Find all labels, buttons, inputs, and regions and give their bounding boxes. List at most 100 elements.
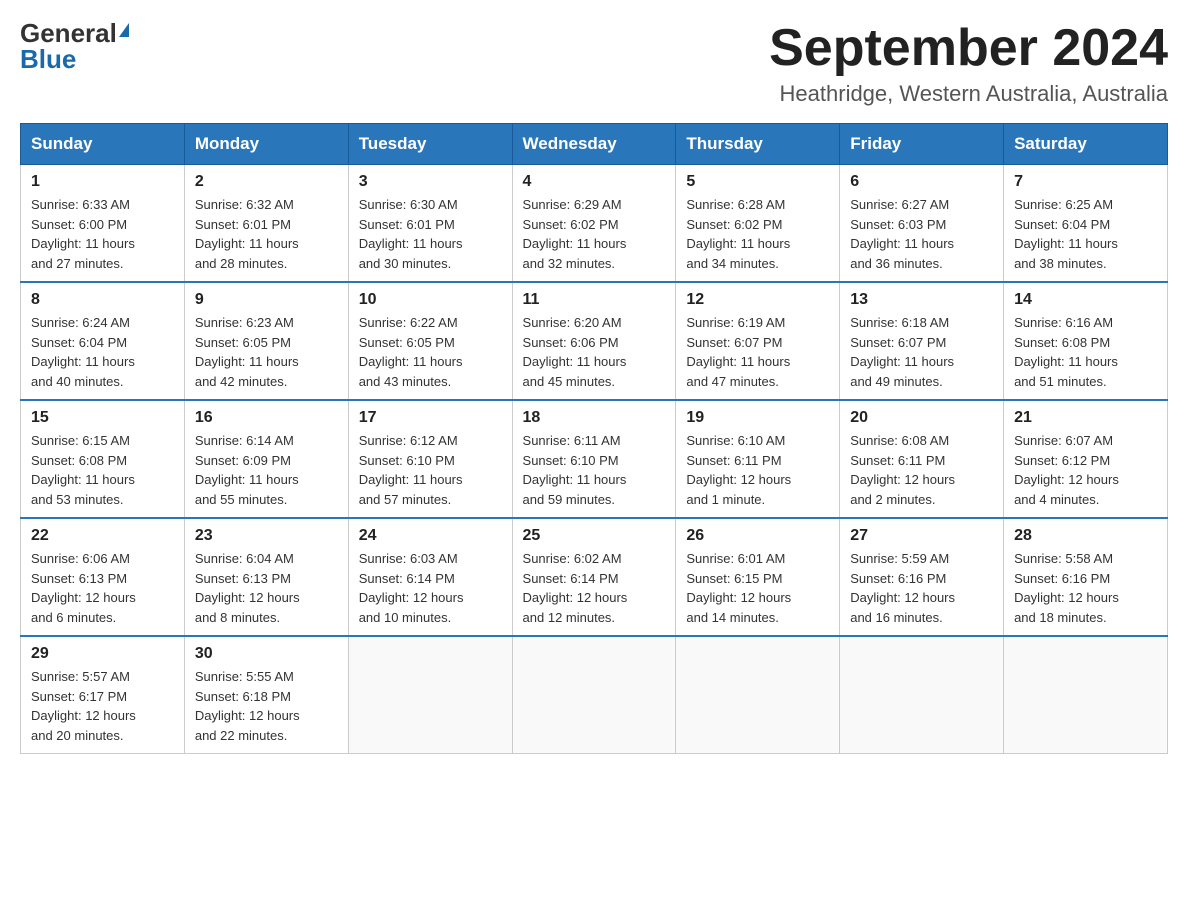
day-number: 1 xyxy=(31,173,174,191)
day-info: Sunrise: 6:27 AM Sunset: 6:03 PM Dayligh… xyxy=(850,195,993,273)
week-row-3: 15 Sunrise: 6:15 AM Sunset: 6:08 PM Dayli… xyxy=(21,400,1168,518)
day-info: Sunrise: 6:01 AM Sunset: 6:15 PM Dayligh… xyxy=(686,549,829,627)
day-cell: 19 Sunrise: 6:10 AM Sunset: 6:11 PM Dayli… xyxy=(676,400,840,518)
day-cell: 29 Sunrise: 5:57 AM Sunset: 6:17 PM Dayli… xyxy=(21,636,185,754)
day-info: Sunrise: 6:30 AM Sunset: 6:01 PM Dayligh… xyxy=(359,195,502,273)
calendar-title: September 2024 xyxy=(769,20,1168,77)
day-info: Sunrise: 6:22 AM Sunset: 6:05 PM Dayligh… xyxy=(359,313,502,391)
day-cell: 12 Sunrise: 6:19 AM Sunset: 6:07 PM Dayli… xyxy=(676,282,840,400)
day-cell: 9 Sunrise: 6:23 AM Sunset: 6:05 PM Daylig… xyxy=(184,282,348,400)
day-number: 26 xyxy=(686,527,829,545)
day-cell: 1 Sunrise: 6:33 AM Sunset: 6:00 PM Daylig… xyxy=(21,165,185,283)
day-cell: 26 Sunrise: 6:01 AM Sunset: 6:15 PM Dayli… xyxy=(676,518,840,636)
day-info: Sunrise: 6:25 AM Sunset: 6:04 PM Dayligh… xyxy=(1014,195,1157,273)
day-cell: 18 Sunrise: 6:11 AM Sunset: 6:10 PM Dayli… xyxy=(512,400,676,518)
logo-triangle-icon xyxy=(119,23,129,37)
day-number: 27 xyxy=(850,527,993,545)
day-info: Sunrise: 6:04 AM Sunset: 6:13 PM Dayligh… xyxy=(195,549,338,627)
day-cell: 24 Sunrise: 6:03 AM Sunset: 6:14 PM Dayli… xyxy=(348,518,512,636)
day-cell: 23 Sunrise: 6:04 AM Sunset: 6:13 PM Dayli… xyxy=(184,518,348,636)
day-info: Sunrise: 6:16 AM Sunset: 6:08 PM Dayligh… xyxy=(1014,313,1157,391)
day-cell: 27 Sunrise: 5:59 AM Sunset: 6:16 PM Dayli… xyxy=(840,518,1004,636)
day-number: 23 xyxy=(195,527,338,545)
day-number: 29 xyxy=(31,645,174,663)
day-info: Sunrise: 6:29 AM Sunset: 6:02 PM Dayligh… xyxy=(523,195,666,273)
week-row-5: 29 Sunrise: 5:57 AM Sunset: 6:17 PM Dayli… xyxy=(21,636,1168,754)
day-info: Sunrise: 6:19 AM Sunset: 6:07 PM Dayligh… xyxy=(686,313,829,391)
day-number: 15 xyxy=(31,409,174,427)
day-info: Sunrise: 6:02 AM Sunset: 6:14 PM Dayligh… xyxy=(523,549,666,627)
week-row-4: 22 Sunrise: 6:06 AM Sunset: 6:13 PM Dayli… xyxy=(21,518,1168,636)
day-number: 19 xyxy=(686,409,829,427)
day-number: 3 xyxy=(359,173,502,191)
day-cell: 5Sunrise: 6:28 AM Sunset: 6:02 PM Daylig… xyxy=(676,165,840,283)
day-info: Sunrise: 5:59 AM Sunset: 6:16 PM Dayligh… xyxy=(850,549,993,627)
day-cell: 7 Sunrise: 6:25 AM Sunset: 6:04 PM Daylig… xyxy=(1004,165,1168,283)
col-header-wednesday: Wednesday xyxy=(512,124,676,165)
col-header-sunday: Sunday xyxy=(21,124,185,165)
day-info: Sunrise: 6:33 AM Sunset: 6:00 PM Dayligh… xyxy=(31,195,174,273)
day-info: Sunrise: 6:32 AM Sunset: 6:01 PM Dayligh… xyxy=(195,195,338,273)
header: General Blue September 2024 Heathridge, … xyxy=(20,20,1168,107)
logo-blue: Blue xyxy=(20,46,76,72)
day-number: 6 xyxy=(850,173,993,191)
day-number: 13 xyxy=(850,291,993,309)
day-number: 9 xyxy=(195,291,338,309)
day-number: 17 xyxy=(359,409,502,427)
day-info: Sunrise: 6:23 AM Sunset: 6:05 PM Dayligh… xyxy=(195,313,338,391)
day-number: 4 xyxy=(523,173,666,191)
day-cell xyxy=(512,636,676,754)
day-cell: 30Sunrise: 5:55 AM Sunset: 6:18 PM Dayli… xyxy=(184,636,348,754)
day-cell: 8Sunrise: 6:24 AM Sunset: 6:04 PM Daylig… xyxy=(21,282,185,400)
day-cell: 11Sunrise: 6:20 AM Sunset: 6:06 PM Dayli… xyxy=(512,282,676,400)
day-number: 25 xyxy=(523,527,666,545)
day-cell: 10Sunrise: 6:22 AM Sunset: 6:05 PM Dayli… xyxy=(348,282,512,400)
day-number: 18 xyxy=(523,409,666,427)
col-header-monday: Monday xyxy=(184,124,348,165)
day-info: Sunrise: 6:20 AM Sunset: 6:06 PM Dayligh… xyxy=(523,313,666,391)
col-header-saturday: Saturday xyxy=(1004,124,1168,165)
day-info: Sunrise: 5:57 AM Sunset: 6:17 PM Dayligh… xyxy=(31,667,174,745)
day-number: 14 xyxy=(1014,291,1157,309)
day-info: Sunrise: 6:28 AM Sunset: 6:02 PM Dayligh… xyxy=(686,195,829,273)
col-header-friday: Friday xyxy=(840,124,1004,165)
day-number: 21 xyxy=(1014,409,1157,427)
day-cell: 17Sunrise: 6:12 AM Sunset: 6:10 PM Dayli… xyxy=(348,400,512,518)
day-cell: 22 Sunrise: 6:06 AM Sunset: 6:13 PM Dayli… xyxy=(21,518,185,636)
day-number: 12 xyxy=(686,291,829,309)
day-cell: 4 Sunrise: 6:29 AM Sunset: 6:02 PM Daylig… xyxy=(512,165,676,283)
day-cell xyxy=(840,636,1004,754)
day-info: Sunrise: 6:08 AM Sunset: 6:11 PM Dayligh… xyxy=(850,431,993,509)
day-cell: 6 Sunrise: 6:27 AM Sunset: 6:03 PM Daylig… xyxy=(840,165,1004,283)
day-info: Sunrise: 6:10 AM Sunset: 6:11 PM Dayligh… xyxy=(686,431,829,509)
day-cell: 14 Sunrise: 6:16 AM Sunset: 6:08 PM Dayli… xyxy=(1004,282,1168,400)
day-number: 7 xyxy=(1014,173,1157,191)
day-info: Sunrise: 6:15 AM Sunset: 6:08 PM Dayligh… xyxy=(31,431,174,509)
week-row-1: 1 Sunrise: 6:33 AM Sunset: 6:00 PM Daylig… xyxy=(21,165,1168,283)
day-cell: 25 Sunrise: 6:02 AM Sunset: 6:14 PM Dayli… xyxy=(512,518,676,636)
calendar-table: SundayMondayTuesdayWednesdayThursdayFrid… xyxy=(20,123,1168,754)
title-area: September 2024 Heathridge, Western Austr… xyxy=(769,20,1168,107)
day-number: 22 xyxy=(31,527,174,545)
day-cell: 2 Sunrise: 6:32 AM Sunset: 6:01 PM Daylig… xyxy=(184,165,348,283)
day-cell: 21 Sunrise: 6:07 AM Sunset: 6:12 PM Dayli… xyxy=(1004,400,1168,518)
day-number: 24 xyxy=(359,527,502,545)
day-info: Sunrise: 6:11 AM Sunset: 6:10 PM Dayligh… xyxy=(523,431,666,509)
col-header-tuesday: Tuesday xyxy=(348,124,512,165)
day-info: Sunrise: 6:07 AM Sunset: 6:12 PM Dayligh… xyxy=(1014,431,1157,509)
day-number: 28 xyxy=(1014,527,1157,545)
day-number: 30 xyxy=(195,645,338,663)
day-info: Sunrise: 6:06 AM Sunset: 6:13 PM Dayligh… xyxy=(31,549,174,627)
day-cell: 28Sunrise: 5:58 AM Sunset: 6:16 PM Dayli… xyxy=(1004,518,1168,636)
logo-general: General xyxy=(20,20,117,46)
day-cell xyxy=(1004,636,1168,754)
day-number: 2 xyxy=(195,173,338,191)
day-number: 8 xyxy=(31,291,174,309)
week-row-2: 8Sunrise: 6:24 AM Sunset: 6:04 PM Daylig… xyxy=(21,282,1168,400)
header-row: SundayMondayTuesdayWednesdayThursdayFrid… xyxy=(21,124,1168,165)
day-info: Sunrise: 6:03 AM Sunset: 6:14 PM Dayligh… xyxy=(359,549,502,627)
day-number: 16 xyxy=(195,409,338,427)
day-info: Sunrise: 6:14 AM Sunset: 6:09 PM Dayligh… xyxy=(195,431,338,509)
logo: General Blue xyxy=(20,20,129,72)
day-cell xyxy=(348,636,512,754)
